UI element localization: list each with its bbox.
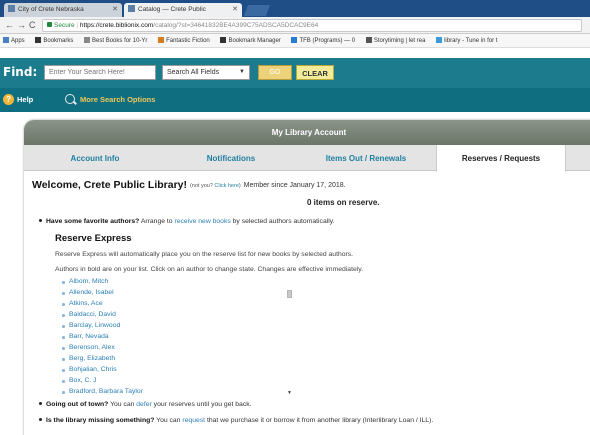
- defer-link[interactable]: defer: [136, 401, 152, 408]
- back-arrow-icon[interactable]: ←: [5, 20, 14, 30]
- address-bar: ← → C Secure | https://crete.biblionix.c…: [0, 17, 590, 34]
- scroll-down-icon[interactable]: ▼: [287, 390, 292, 396]
- favicon-icon: [128, 5, 135, 12]
- apps-icon: [3, 37, 9, 43]
- reserve-express-title: Reserve Express: [55, 233, 132, 244]
- bullet-icon: [39, 418, 42, 421]
- author-item[interactable]: Atkins, Ace: [55, 300, 295, 311]
- author-item[interactable]: Bradford, Barbara Taylor: [55, 388, 295, 396]
- chevron-down-icon: ▼: [239, 69, 245, 75]
- bullet-icon: [39, 219, 42, 222]
- scrollbar-thumb[interactable]: [287, 290, 292, 298]
- tab-items-out[interactable]: Items Out / Renewals: [296, 145, 436, 171]
- lock-icon: [47, 22, 52, 27]
- reserve-express-instructions: Authors in bold are on your list. Click …: [55, 266, 364, 273]
- find-bar: Find: Search All Fields ▼ GO CLEAR: [0, 58, 590, 88]
- url-field[interactable]: Secure | https://crete.biblionix.com/cat…: [42, 19, 582, 32]
- bookmark-fantastic-fiction[interactable]: Fantastic Fiction: [158, 37, 210, 44]
- url-path: /catalog/?st=34641832BE4A399C75ADSCA5DCA…: [153, 22, 319, 29]
- author-item[interactable]: Berg, Elizabeth: [55, 355, 295, 366]
- st-icon: [365, 37, 372, 43]
- bookmark-storytiming[interactable]: Storytiming | let rea: [365, 37, 425, 44]
- help-bar: ? Help More Search Options: [0, 88, 590, 112]
- browser-tab-label: Catalog — Crete Public: [138, 6, 206, 13]
- arrow-icon: [84, 37, 91, 43]
- bookmark-bookmarks[interactable]: Bookmarks: [35, 37, 73, 44]
- search-icon: [65, 94, 75, 104]
- welcome-heading: Welcome, Crete Public Library!: [32, 179, 188, 191]
- author-item[interactable]: Allende, Isabel: [55, 289, 295, 300]
- lib-icon: [436, 37, 443, 43]
- reserve-express-desc: Reserve Express will automatically place…: [55, 251, 354, 258]
- not-you-note: (not you? Click here): [189, 183, 241, 189]
- out-of-town-item: Going out of town? You can defer your re…: [39, 401, 252, 408]
- panel-title: My Library Account: [24, 120, 590, 145]
- help-link[interactable]: Help: [17, 95, 33, 104]
- help-icon[interactable]: ?: [3, 94, 14, 105]
- grid-icon: [158, 37, 165, 43]
- browser-tab-label: City of Crete Nebraska: [18, 6, 84, 13]
- library-account-panel: My Library Account Account Info Notifica…: [24, 120, 590, 435]
- find-label: Find:: [3, 65, 38, 79]
- favicon-icon: [8, 5, 15, 12]
- go-button[interactable]: GO: [258, 65, 292, 80]
- search-input[interactable]: [44, 65, 156, 80]
- secure-label: Secure: [54, 22, 75, 29]
- more-search-options-link[interactable]: More Search Options: [80, 95, 155, 104]
- clear-button[interactable]: CLEAR: [296, 65, 334, 80]
- reload-icon[interactable]: C: [29, 20, 36, 30]
- member-since: Member since January 17, 2018.: [243, 182, 346, 189]
- bookmark-best-books[interactable]: Best Books for 10-Yr: [84, 37, 147, 44]
- bookmark-apps[interactable]: Apps: [3, 37, 25, 44]
- author-item[interactable]: Albom, Mitch: [55, 278, 295, 289]
- author-item[interactable]: Berenson, Alex: [55, 344, 295, 355]
- author-item[interactable]: Box, C. J: [55, 377, 295, 388]
- close-tab-icon[interactable]: ✕: [112, 5, 118, 13]
- missing-item: Is the library missing something? You ca…: [39, 417, 433, 424]
- star-icon: [220, 37, 227, 43]
- new-tab-button[interactable]: [243, 5, 271, 16]
- welcome-line: Welcome, Crete Public Library! (not you?…: [32, 179, 346, 191]
- close-tab-icon[interactable]: ✕: [232, 5, 238, 13]
- receive-new-books-link[interactable]: receive new books: [174, 218, 230, 225]
- bullet-icon: [39, 402, 42, 405]
- author-item[interactable]: Barclay, Linwood: [55, 322, 295, 333]
- browser-tab-bar: City of Crete Nebraska ✕ Catalog — Crete…: [0, 0, 590, 17]
- bookmark-tfb[interactable]: TFB (Programs) — 0: [291, 37, 355, 44]
- search-field-select[interactable]: Search All Fields ▼: [162, 65, 250, 80]
- bookmarks-bar: Apps Bookmarks Best Books for 10-Yr Fant…: [0, 34, 590, 48]
- tab-notifications[interactable]: Notifications: [166, 145, 296, 171]
- browser-tab-city[interactable]: City of Crete Nebraska ✕: [4, 3, 122, 17]
- bookmark-manager[interactable]: Bookmark Manager: [220, 37, 281, 44]
- forward-arrow-icon[interactable]: →: [17, 20, 26, 30]
- author-list: Albom, Mitch Allende, Isabel Atkins, Ace…: [55, 278, 295, 396]
- account-tabs: Account Info Notifications Items Out / R…: [24, 145, 590, 172]
- author-item[interactable]: Baldacci, David: [55, 311, 295, 322]
- click-here-link[interactable]: Click here: [214, 183, 238, 189]
- tab-account-info[interactable]: Account Info: [24, 145, 166, 171]
- author-item[interactable]: Barr, Nevada: [55, 333, 295, 344]
- favorite-authors-item: Have some favorite authors? Arrange to r…: [39, 218, 335, 225]
- tf-icon: [291, 37, 298, 43]
- author-list-scrollbar[interactable]: ▼: [286, 278, 293, 396]
- request-link[interactable]: request: [182, 417, 205, 424]
- tab-reserves-requests[interactable]: Reserves / Requests: [436, 145, 566, 172]
- reserve-count: 0 items on reserve.: [307, 198, 380, 207]
- star-icon: [35, 37, 42, 43]
- browser-tab-catalog[interactable]: Catalog — Crete Public ✕: [124, 3, 242, 17]
- url-host: https://crete.biblionix.com: [79, 22, 154, 29]
- bookmark-library[interactable]: library - Tune in for t: [436, 37, 497, 44]
- author-item[interactable]: Bohjalian, Chris: [55, 366, 295, 377]
